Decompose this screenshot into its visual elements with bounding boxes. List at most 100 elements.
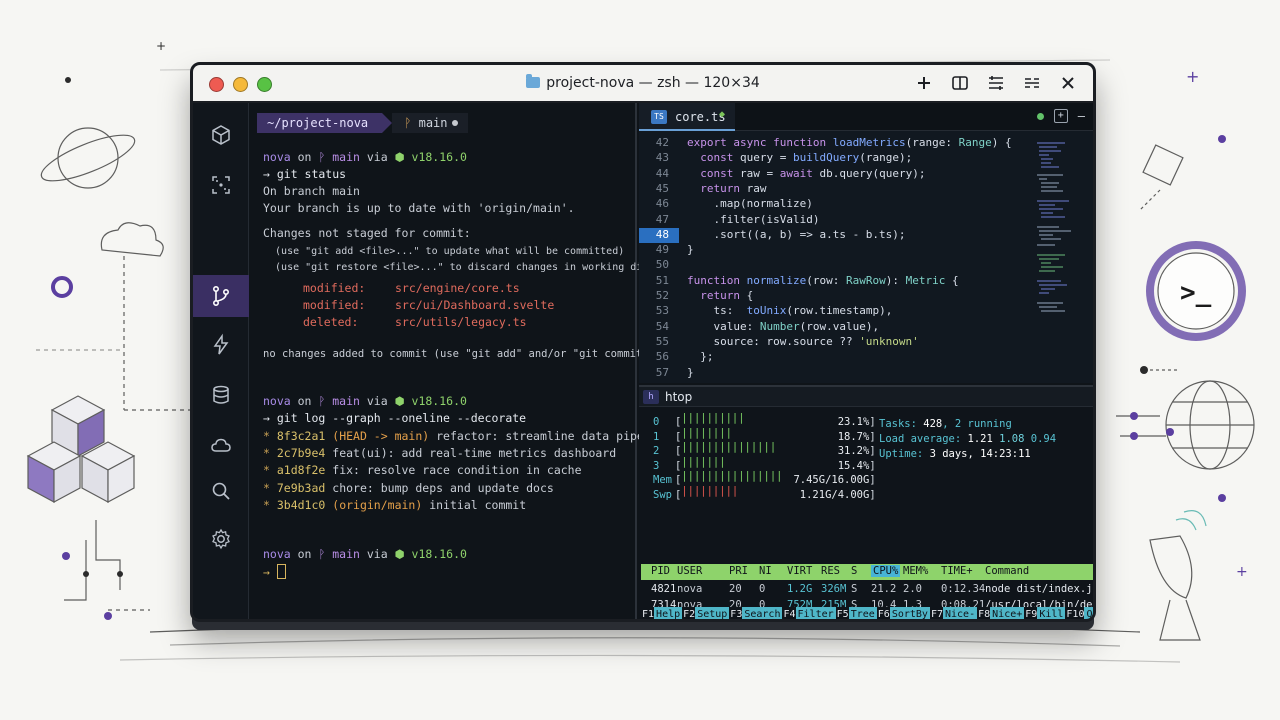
function-key-bar: F1 Help F2 Setup F3 Search F4 Filter F5 Tree F6 Sor… bbox=[641, 607, 1093, 619]
svg-text:+: + bbox=[1236, 564, 1248, 580]
line-number: 49 bbox=[655, 243, 669, 257]
title-bar: project-nova — zsh — 120×34 bbox=[193, 65, 1093, 103]
line-number: 51 bbox=[655, 273, 669, 287]
line-number: 42 bbox=[655, 136, 669, 149]
fkey-search[interactable]: F3 Search bbox=[729, 607, 783, 619]
activity-item-cloud[interactable] bbox=[193, 425, 249, 465]
tab-core-ts[interactable]: TS core.ts ◆ bbox=[639, 103, 735, 131]
status-dot-icon bbox=[451, 120, 458, 126]
status-dot-icon bbox=[1036, 112, 1044, 120]
minimap[interactable] bbox=[1035, 139, 1083, 339]
code-line: source: row.source ?? 'unknown' bbox=[687, 334, 919, 348]
column-header[interactable]: PRI bbox=[729, 565, 748, 577]
prompt-directory: ~/project-nova bbox=[257, 113, 383, 133]
activity-item-scan[interactable] bbox=[193, 165, 249, 205]
editor-pane[interactable]: TS core.ts ◆ + – 42 43 44 45 46 47 48 49 50 51 52 5… bbox=[639, 103, 1093, 383]
process-table-header[interactable]: PID USER PRI NI VIRT RES S CPU% MEM% TIME+ Command bbox=[641, 564, 1093, 580]
commit-line: * a1d8f2e fix: resolve race condition in… bbox=[263, 463, 582, 477]
tab-label: core.ts bbox=[675, 110, 726, 124]
command-line: → git log --graph --oneline --decorate bbox=[263, 411, 527, 425]
column-header[interactable]: TIME+ bbox=[941, 565, 973, 577]
terminal-pane[interactable]: ~/project-nova ᚹ main nova on ᚹ main via… bbox=[249, 103, 690, 619]
new-tab-button[interactable] bbox=[913, 71, 935, 95]
close-tab-button[interactable] bbox=[1057, 71, 1079, 95]
activity-item-database[interactable] bbox=[193, 375, 249, 415]
fkey-setup[interactable]: F2 Setup bbox=[682, 607, 730, 619]
close-icon bbox=[1062, 77, 1074, 89]
line-number: 45 bbox=[655, 181, 669, 195]
process-row[interactable]: 4821 nova 20 0 1.2G 326M S 21.2 2.0 0:12.34 node d… bbox=[641, 582, 1093, 596]
layout-button[interactable] bbox=[985, 71, 1007, 95]
line-number: 52 bbox=[655, 289, 669, 302]
fkey-nice[interactable]: F8 Nice+ bbox=[977, 607, 1025, 619]
load-average-line: Load average: 1.21 1.08 0.94 bbox=[879, 433, 1057, 445]
layout-icon bbox=[989, 76, 1003, 90]
column-header[interactable]: S bbox=[851, 565, 857, 577]
fkey-quit[interactable]: F10Quit bbox=[1065, 607, 1093, 619]
svg-text:+: + bbox=[1186, 67, 1199, 86]
column-header[interactable]: USER bbox=[677, 565, 702, 577]
search-icon bbox=[212, 482, 230, 500]
change-file: src/utils/legacy.ts bbox=[395, 315, 527, 329]
activity-item-search[interactable] bbox=[193, 471, 249, 511]
fkey-kill[interactable]: F9 Kill bbox=[1024, 607, 1066, 619]
htop-pane[interactable]: h htop 0 [|||||||||| 23.1%] 1 [|||||||| 18.7%… bbox=[639, 385, 1093, 619]
prompt-bar: ~/project-nova ᚹ main bbox=[257, 113, 468, 133]
prompt-badge-text: >_ bbox=[1180, 278, 1212, 308]
change-status: modified: bbox=[303, 298, 366, 312]
activity-item-settings[interactable] bbox=[193, 519, 249, 559]
split-icon bbox=[952, 76, 968, 90]
square-sketch bbox=[1142, 144, 1184, 186]
column-header[interactable]: MEM% bbox=[903, 565, 928, 577]
split-pane-button[interactable] bbox=[949, 71, 971, 95]
prompt-branch: ᚹ main bbox=[392, 113, 468, 133]
code-line: const raw = await db.query(query); bbox=[700, 166, 926, 180]
activity-item-source-control[interactable] bbox=[193, 275, 249, 317]
code-line: } bbox=[687, 365, 694, 379]
line-number-gutter: 42 43 44 45 46 47 48 49 50 51 52 53 54 55 56 57 bbox=[639, 131, 679, 383]
git-branch-icon bbox=[213, 285, 230, 306]
database-icon bbox=[213, 385, 229, 404]
modified-icon: ◆ bbox=[719, 109, 726, 120]
code-line: const query = buildQuery(range); bbox=[700, 151, 913, 165]
code-line: } bbox=[687, 243, 694, 257]
change-status: modified: bbox=[303, 281, 366, 295]
code-line: function normalize(row: RawRow): Metric … bbox=[687, 273, 959, 287]
column-header[interactable]: RES bbox=[821, 565, 840, 577]
new-editor-button[interactable]: + bbox=[1053, 109, 1068, 123]
prompt-line: nova on ᚹ main via ⬢ v18.16.0 bbox=[263, 547, 467, 561]
column-header[interactable]: VIRT bbox=[787, 565, 812, 577]
line-number: 55 bbox=[655, 334, 669, 348]
fkey-nice[interactable]: F7 Nice- bbox=[929, 607, 978, 619]
column-header[interactable]: PID bbox=[651, 565, 670, 577]
line-number: 57 bbox=[655, 365, 669, 379]
fkey-help[interactable]: F1 Help bbox=[641, 607, 683, 619]
code-line: ts: toUnix(row.timestamp), bbox=[687, 304, 893, 318]
line-number: 56 bbox=[655, 350, 669, 364]
plus-icon bbox=[918, 77, 930, 89]
line-number: 50 bbox=[655, 258, 669, 272]
column-header[interactable]: Command bbox=[985, 565, 1029, 577]
fkey-filter[interactable]: F4 Filter bbox=[782, 607, 836, 619]
fkey-sortby[interactable]: F6 SortBy bbox=[876, 607, 930, 619]
line-number: 47 bbox=[655, 212, 669, 226]
line-number: 43 bbox=[655, 151, 669, 165]
cloud-icon bbox=[211, 438, 231, 452]
change-status: deleted: bbox=[303, 315, 359, 329]
column-header[interactable]: CPU% bbox=[871, 565, 901, 577]
cube-icon bbox=[212, 125, 230, 145]
prompt-line: nova on ᚹ main via ⬢ v18.16.0 bbox=[263, 150, 467, 164]
fkey-tree[interactable]: F5 Tree bbox=[835, 607, 877, 619]
satellite-dish-sketch bbox=[1149, 535, 1193, 599]
htop-icon: h bbox=[643, 390, 659, 404]
command-input[interactable]: → bbox=[263, 564, 286, 581]
minimize-editor-button[interactable]: – bbox=[1078, 109, 1085, 123]
collapse-button[interactable] bbox=[1021, 71, 1043, 95]
activity-item-run[interactable] bbox=[193, 325, 249, 365]
prompt-line: nova on ᚹ main via ⬢ v18.16.0 bbox=[263, 394, 467, 408]
column-header[interactable]: NI bbox=[759, 565, 772, 577]
commit-line: * 3b4d1c0 (origin/main) initial commit bbox=[263, 498, 527, 512]
activity-item-explorer[interactable] bbox=[193, 115, 249, 155]
scan-icon bbox=[212, 176, 230, 194]
code-line: .filter(isValid) bbox=[687, 212, 820, 226]
